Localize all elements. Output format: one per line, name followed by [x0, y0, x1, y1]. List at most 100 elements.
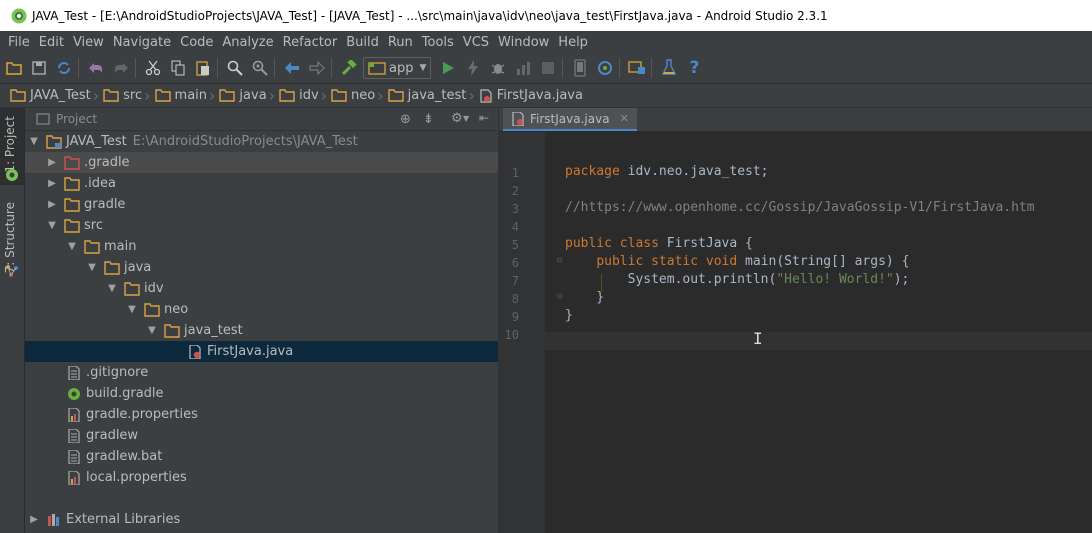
folder-icon [144, 302, 160, 317]
breadcrumb-item[interactable]: FirstJava.java [479, 88, 587, 103]
tree-item-local-properties[interactable]: local.properties [25, 467, 498, 488]
tab-structure[interactable]: 7: Structure [3, 202, 17, 273]
avd-manager-icon[interactable] [569, 57, 591, 79]
expanded-arrow-icon[interactable]: ▼ [146, 325, 158, 336]
current-line-highlight [545, 332, 1092, 350]
stop-icon[interactable] [537, 57, 559, 79]
collapse-all-icon[interactable]: ⇟ [423, 112, 434, 127]
folder-icon [331, 89, 347, 102]
menu-refactor[interactable]: Refactor [279, 35, 342, 50]
menu-analyze[interactable]: Analyze [218, 35, 277, 50]
back-icon[interactable] [281, 57, 303, 79]
code-text: idv.neo.java_test; [619, 164, 769, 179]
menu-window[interactable]: Window [494, 35, 553, 50]
tree-item-gitignore[interactable]: .gitignore [25, 362, 498, 383]
toolbar-separator [331, 58, 332, 78]
folder-icon [64, 197, 80, 212]
menu-help[interactable]: Help [554, 35, 592, 50]
folder-icon [64, 176, 80, 191]
copy-icon[interactable] [167, 57, 189, 79]
make-project-icon[interactable] [338, 57, 360, 79]
menu-vcs[interactable]: VCS [459, 35, 493, 50]
tab-project[interactable]: 1: Project [3, 116, 17, 173]
collapsed-arrow-icon[interactable]: ▶ [28, 514, 40, 525]
tree-item-idv[interactable]: ▼ idv [25, 278, 498, 299]
breadcrumb-item[interactable]: main › [154, 86, 220, 105]
tree-item-firstjava[interactable]: FirstJava.java [25, 341, 498, 362]
tree-item-idea[interactable]: ▶ .idea [25, 173, 498, 194]
save-icon[interactable] [28, 57, 50, 79]
breadcrumb-item[interactable]: idv › [279, 86, 331, 105]
redo-icon[interactable] [110, 57, 132, 79]
find-icon[interactable] [224, 57, 246, 79]
profile-icon[interactable] [512, 57, 534, 79]
collapsed-arrow-icon[interactable]: ▶ [46, 199, 58, 210]
expanded-arrow-icon[interactable]: ▼ [106, 283, 118, 294]
sdk-manager-icon[interactable] [594, 57, 616, 79]
tree-item-gradle-hidden[interactable]: ▶ .gradle [25, 152, 498, 173]
tree-item-label: FirstJava.java [207, 344, 294, 359]
tree-item-src[interactable]: ▼ src [25, 215, 498, 236]
tree-item-external-libraries[interactable]: ▶ External Libraries [25, 509, 498, 530]
sync-icon[interactable] [53, 57, 75, 79]
expanded-arrow-icon[interactable]: ▼ [126, 304, 138, 315]
tab-firstjava[interactable]: FirstJava.java ✕ [503, 108, 637, 131]
menu-code[interactable]: Code [176, 35, 217, 50]
tree-item-build-gradle[interactable]: build.gradle [25, 383, 498, 404]
undo-icon[interactable] [85, 57, 107, 79]
apply-changes-icon[interactable] [462, 57, 484, 79]
code-editor[interactable]: 1 2 3 4 5 6 7 8 9 10 package idv.neo.jav… [499, 132, 1092, 533]
help-icon[interactable]: ? [683, 57, 705, 79]
open-folder-icon[interactable] [3, 57, 25, 79]
project-view-select[interactable]: Project [56, 112, 97, 126]
tree-item-gradlew[interactable]: gradlew [25, 425, 498, 446]
breadcrumb-item[interactable]: java › [219, 86, 279, 105]
tree-item-neo[interactable]: ▼ neo [25, 299, 498, 320]
menu-run[interactable]: Run [384, 35, 417, 50]
paste-icon[interactable] [192, 57, 214, 79]
menu-file[interactable]: File [4, 35, 34, 50]
run-icon[interactable] [437, 57, 459, 79]
tree-item-java-test[interactable]: ▼ java_test [25, 320, 498, 341]
android-module-icon [368, 62, 386, 75]
menu-tools[interactable]: Tools [418, 35, 458, 50]
project-panel: Project ⊕ ⇟ ⚙ ▼ ⇤ ▼ JAVA_Test E:\Android… [25, 108, 498, 533]
menu-view[interactable]: View [69, 35, 108, 50]
expanded-arrow-icon[interactable]: ▼ [66, 241, 78, 252]
folder-icon [387, 89, 404, 102]
code-line: System.out.println("Hello! World!"); [565, 272, 910, 287]
scroll-from-source-icon[interactable]: ⊕ [400, 112, 411, 127]
breadcrumb-item[interactable]: java_test › [387, 86, 479, 105]
collapsed-arrow-icon[interactable]: ▶ [46, 178, 58, 189]
breadcrumb-item[interactable]: src › [103, 86, 154, 105]
breadcrumb-item[interactable]: JAVA_Test › [0, 86, 103, 105]
collapsed-arrow-icon[interactable]: ▶ [46, 157, 58, 168]
run-configuration-select[interactable]: app ▼ [363, 57, 432, 79]
fold-marker-icon[interactable]: ⊟ [557, 292, 562, 302]
gear-icon[interactable]: ⚙ [451, 111, 463, 126]
expanded-arrow-icon[interactable]: ▼ [28, 136, 40, 147]
expanded-arrow-icon[interactable]: ▼ [86, 262, 98, 273]
tree-item-label: java_test [184, 323, 243, 338]
android-device-monitor-icon[interactable] [658, 57, 680, 79]
project-structure-icon[interactable] [626, 57, 648, 79]
expanded-arrow-icon[interactable]: ▼ [46, 220, 58, 231]
fold-marker-icon[interactable]: ⊟ [557, 256, 562, 266]
tree-item-main[interactable]: ▼ main [25, 236, 498, 257]
forward-icon[interactable] [306, 57, 328, 79]
cut-icon[interactable] [142, 57, 164, 79]
menu-build[interactable]: Build [342, 35, 383, 50]
close-icon[interactable]: ✕ [620, 112, 629, 125]
debug-icon[interactable] [487, 57, 509, 79]
tree-item-gradlew-bat[interactable]: gradlew.bat [25, 446, 498, 467]
tree-item-root[interactable]: ▼ JAVA_Test E:\AndroidStudioProjects\JAV… [25, 131, 498, 152]
chevron-down-icon[interactable]: ▼ [463, 114, 469, 123]
menu-edit[interactable]: Edit [35, 35, 68, 50]
tree-item-gradle-properties[interactable]: gradle.properties [25, 404, 498, 425]
menu-navigate[interactable]: Navigate [109, 35, 175, 50]
tree-item-java[interactable]: ▼ java [25, 257, 498, 278]
breadcrumb-item[interactable]: neo › [331, 86, 388, 105]
tree-item-gradle[interactable]: ▶ gradle [25, 194, 498, 215]
replace-icon[interactable] [249, 57, 271, 79]
hide-panel-icon[interactable]: ⇤ [479, 111, 489, 125]
